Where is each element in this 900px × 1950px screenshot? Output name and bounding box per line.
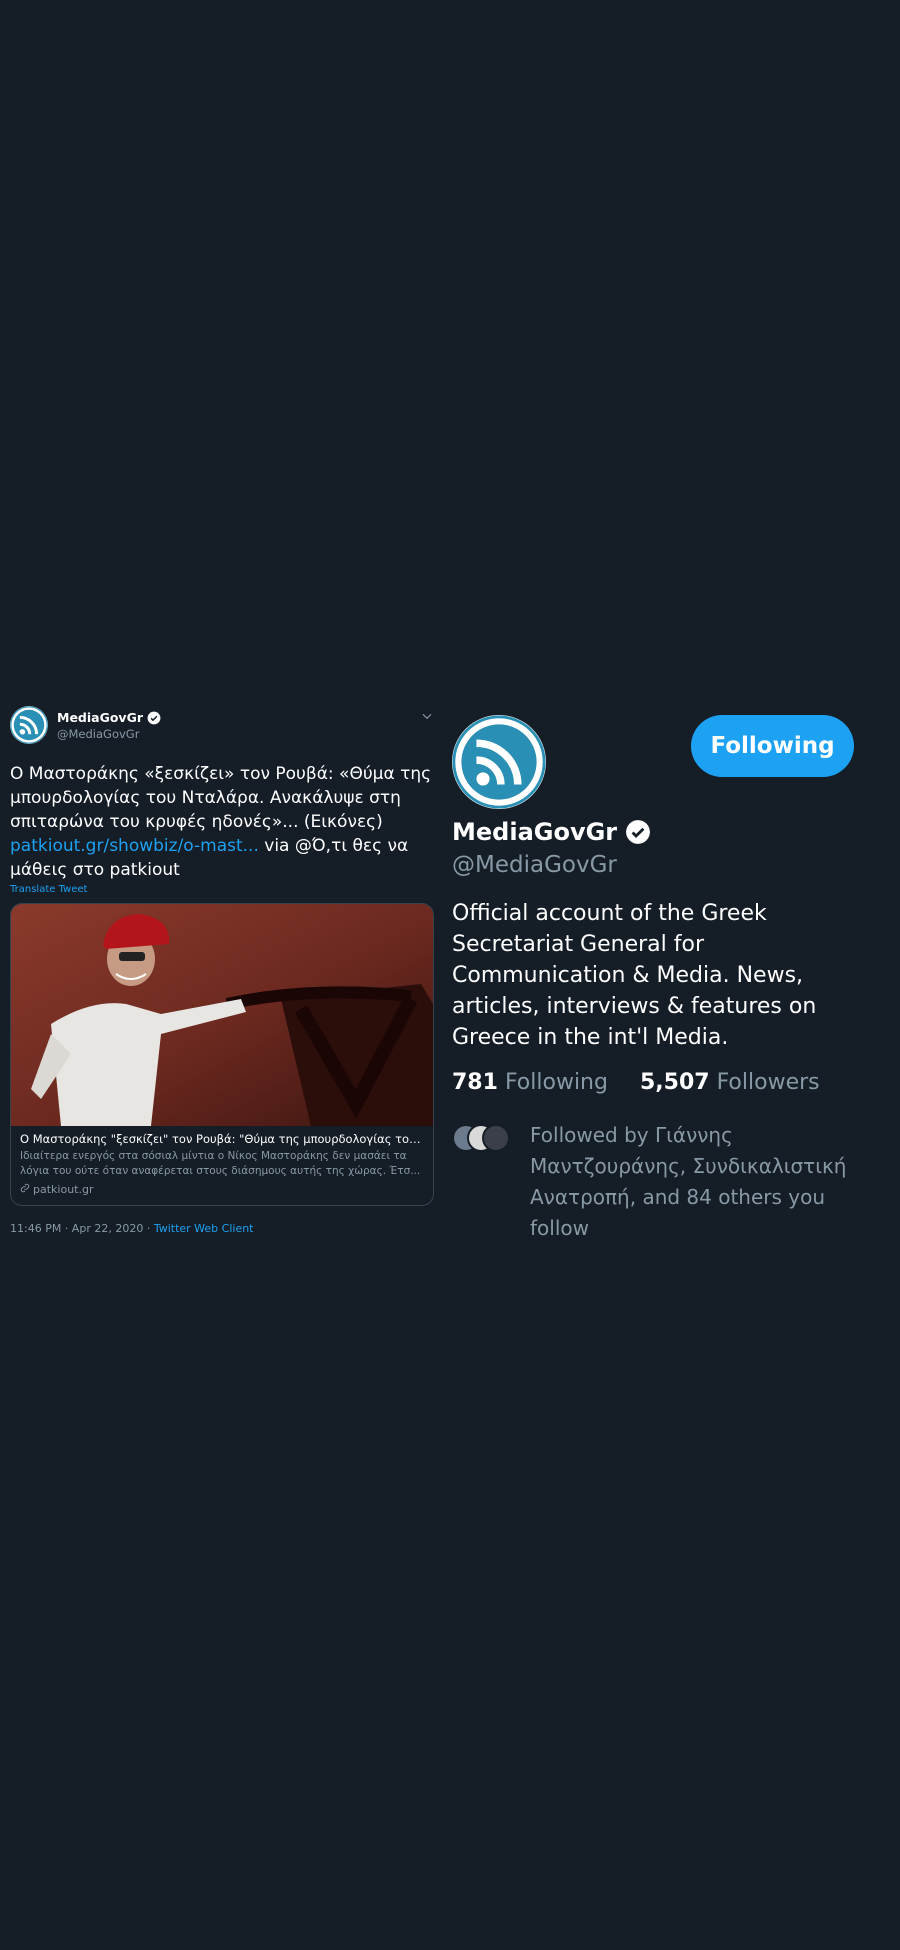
card-image[interactable] — [11, 904, 433, 1126]
followers-count: 5,507 — [639, 1070, 710, 1095]
verified-badge-icon — [625, 819, 651, 845]
tweet-link[interactable]: patkiout.gr/showbiz/o-mast... — [10, 836, 259, 856]
tweet-text-main: Ο Μαστοράκης «ξεσκίζει» τον Ρουβά: «Θύμα… — [10, 764, 432, 832]
following-button[interactable]: Following — [691, 715, 854, 777]
tweet-header: MediaGovGr @MediaGovGr — [10, 700, 434, 744]
card-title[interactable]: Ο Μαστοράκης "ξεσκίζει" τον Ρουβά: "Θύμα… — [20, 1132, 424, 1146]
card-domain-row: patkiout.gr — [20, 1183, 424, 1196]
author-name[interactable]: MediaGovGr — [57, 710, 143, 725]
author-name-row[interactable]: MediaGovGr — [57, 710, 161, 725]
verified-badge-icon — [147, 711, 161, 725]
mutual-avatar — [482, 1124, 510, 1152]
following-count: 781 — [452, 1070, 498, 1095]
tweet-meta: 11:46 PM · Apr 22, 2020 · Twitter Web Cl… — [10, 1222, 434, 1235]
followers-stat[interactable]: 5,507 Followers — [640, 1070, 820, 1095]
tweet: MediaGovGr @MediaGovGr Ο Μαστοράκης «ξεσ… — [10, 700, 434, 1235]
profile-name-row: MediaGovGr — [452, 818, 651, 846]
link-icon — [20, 1183, 30, 1196]
profile-avatar[interactable] — [452, 715, 546, 809]
card-description: Ιδιαίτερα ενεργός στα σόσιαλ μίντια ο Νί… — [20, 1150, 421, 1177]
profile-name[interactable]: MediaGovGr — [452, 818, 617, 846]
profile-handle[interactable]: @MediaGovGr — [452, 852, 617, 878]
tweet-text: Ο Μαστοράκης «ξεσκίζει» τον Ρουβά: «Θύμα… — [10, 762, 434, 882]
followers-label: Followers — [716, 1070, 820, 1095]
following-label: Following — [504, 1070, 608, 1095]
chevron-down-icon[interactable] — [420, 708, 434, 722]
followed-by-text[interactable]: Followed by Γιάννης Μαντζουράνης, Συνδικ… — [530, 1120, 860, 1244]
profile-bio: Official account of the Greek Secretaria… — [452, 901, 817, 1050]
card-domain: patkiout.gr — [33, 1183, 94, 1196]
translate-tweet-link[interactable]: Translate Tweet — [10, 884, 434, 895]
tweet-client[interactable]: Twitter Web Client — [154, 1222, 254, 1235]
profile-stats: 781 Following 5,507 Followers — [452, 1070, 820, 1095]
card-body: Ο Μαστοράκης "ξεσκίζει" τον Ρουβά: "Θύμα… — [11, 1126, 433, 1205]
author-avatar[interactable] — [10, 706, 48, 744]
link-card[interactable]: Ο Μαστοράκης "ξεσκίζει" τον Ρουβά: "Θύμα… — [10, 903, 434, 1206]
following-stat[interactable]: 781 Following — [452, 1070, 608, 1095]
tweet-timestamp[interactable]: 11:46 PM · Apr 22, 2020 · — [10, 1222, 154, 1235]
author-handle[interactable]: @MediaGovGr — [57, 727, 139, 741]
mutual-follower-avatars — [452, 1124, 512, 1154]
